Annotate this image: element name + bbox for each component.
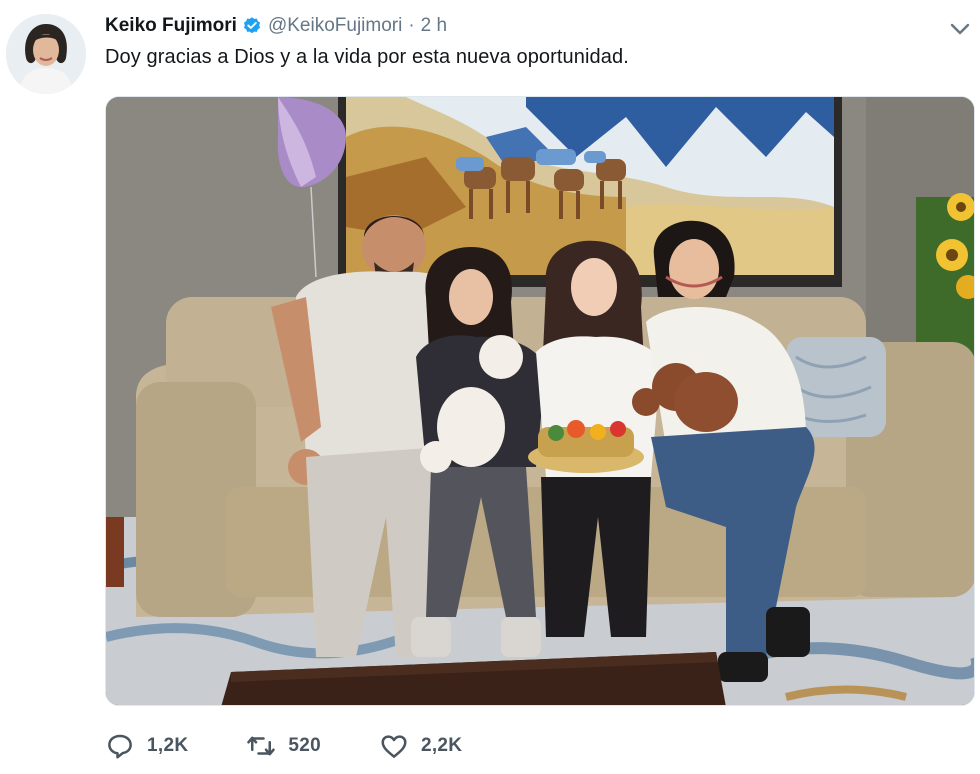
reply-button[interactable]: 1,2K xyxy=(105,731,188,761)
retweet-icon xyxy=(247,736,276,756)
like-button[interactable]: 2,2K xyxy=(379,731,462,761)
author-display-name[interactable]: Keiko Fujimori xyxy=(105,15,237,37)
verified-badge-icon xyxy=(242,16,262,36)
tweet-card[interactable]: Keiko Fujimori @KeikoFujimori · 2 h Doy … xyxy=(0,0,980,774)
separator-dot: · xyxy=(408,15,415,36)
chevron-down-icon[interactable] xyxy=(948,17,972,41)
tweet-timestamp[interactable]: 2 h xyxy=(421,15,447,37)
author-handle[interactable]: @KeikoFujimori xyxy=(268,15,402,37)
reply-count: 1,2K xyxy=(147,735,189,756)
retweet-count: 520 xyxy=(288,735,321,756)
tweet-photo[interactable] xyxy=(105,96,975,706)
tweet-actions: 1,2K 520 2,2K xyxy=(105,728,520,764)
tweet-text: Doy gracias a Dios y a la vida por esta … xyxy=(105,46,629,68)
heart-icon xyxy=(381,735,407,758)
like-count: 2,2K xyxy=(420,735,463,756)
reply-icon xyxy=(108,734,132,759)
retweet-button[interactable]: 520 xyxy=(246,731,321,761)
tweet-header: Keiko Fujimori @KeikoFujimori · 2 h xyxy=(105,12,447,40)
author-avatar[interactable] xyxy=(6,14,86,94)
